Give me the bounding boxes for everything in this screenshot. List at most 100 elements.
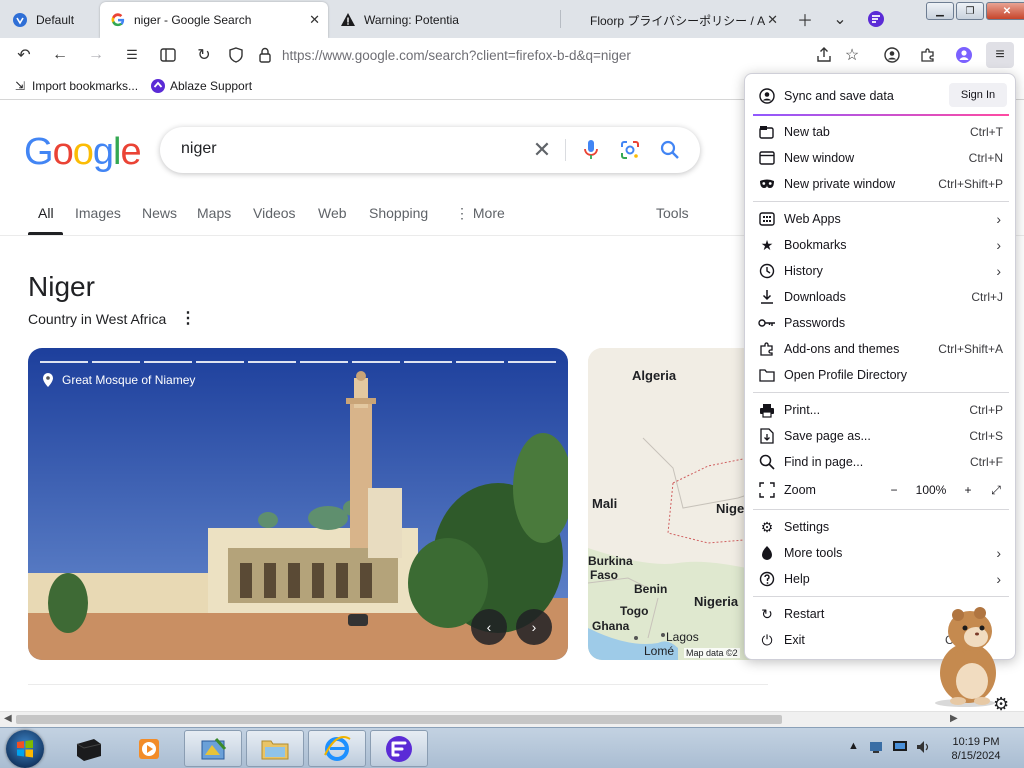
network-icon[interactable] — [868, 740, 884, 757]
close-icon[interactable]: ✕ — [309, 12, 320, 28]
taskbar-floorp[interactable] — [370, 730, 428, 767]
window-close-button[interactable]: ✕ — [986, 2, 1024, 20]
menu-new-tab[interactable]: New tab Ctrl+T — [753, 119, 1009, 145]
url-text[interactable]: https://www.google.com/search?client=fir… — [282, 48, 631, 63]
search-input[interactable]: niger — [181, 140, 217, 158]
account-icon[interactable] — [878, 42, 906, 68]
menu-save-page[interactable]: Save page as... Ctrl+S — [753, 423, 1009, 449]
tab-default[interactable]: Default — [2, 2, 98, 38]
menu-help[interactable]: Help › — [753, 566, 1009, 592]
taskbar-paint[interactable] — [184, 730, 242, 767]
ablaze-icon — [150, 78, 166, 94]
reload-icon[interactable]: ↻ — [190, 42, 218, 68]
tab-images[interactable]: Images — [75, 205, 121, 221]
fullscreen-icon[interactable]: ⤢ — [987, 483, 1005, 498]
clear-icon[interactable]: ✕ — [530, 137, 554, 162]
menu-addons-themes[interactable]: Add-ons and themes Ctrl+Shift+A — [753, 336, 1009, 362]
menu-downloads[interactable]: Downloads Ctrl+J — [753, 284, 1009, 310]
scrollbar-thumb[interactable] — [16, 715, 782, 724]
app-menu-panel: Sync and save data Sign In New tab Ctrl+… — [744, 73, 1016, 660]
menu-new-private-window[interactable]: New private window Ctrl+Shift+P — [753, 171, 1009, 197]
carousel-progress — [456, 361, 504, 363]
bookmark-import[interactable]: ⇲ Import bookmarks... — [12, 78, 138, 94]
carousel-prev-button[interactable]: ‹ — [471, 609, 507, 645]
tab-floorp-privacy[interactable]: Floorp プライバシーポリシー / A ✕ — [562, 2, 786, 38]
hamburger-menu-icon[interactable]: ≡ — [986, 42, 1014, 68]
share-icon[interactable] — [810, 42, 838, 68]
tab-strip: Default niger - Google Search ✕ Warning:… — [0, 0, 1024, 38]
lens-icon[interactable] — [618, 138, 642, 162]
tab-all[interactable]: All — [38, 205, 54, 221]
extensions-puzzle-icon[interactable] — [914, 42, 942, 68]
zoom-in-button[interactable]: + — [959, 483, 977, 497]
zoom-reset-button[interactable]: 100% — [913, 483, 949, 497]
google-logo[interactable]: Google — [24, 131, 142, 174]
country-map[interactable]: Algeria Mali Nige Burkina Faso Benin Tog… — [588, 348, 768, 660]
system-clock[interactable]: 10:19 PM 8/15/2024 — [940, 735, 1012, 763]
menu-open-profile-directory[interactable]: Open Profile Directory — [753, 362, 1009, 388]
url-bar[interactable]: https://www.google.com/search?client=fir… — [228, 42, 808, 68]
restore-button[interactable]: ❐ — [956, 2, 984, 20]
photo-carousel[interactable]: Great Mosque of Niamey ‹ › — [28, 348, 568, 660]
tab-more[interactable]: ⋮ More — [455, 205, 505, 222]
shield-icon[interactable] — [228, 47, 244, 63]
back-icon[interactable]: ← — [46, 42, 74, 68]
menu-settings[interactable]: ⚙ Settings — [753, 514, 1009, 540]
sidebar-icon[interactable] — [154, 42, 182, 68]
taskbar-explorer[interactable] — [246, 730, 304, 767]
zoom-out-button[interactable]: − — [885, 483, 903, 497]
forward-icon[interactable]: → — [82, 42, 110, 68]
tab-news[interactable]: News — [142, 205, 177, 221]
floorp-icon[interactable] — [864, 8, 888, 30]
more-options-icon[interactable]: ⋮ — [180, 308, 196, 328]
scroll-right-icon[interactable]: ▶ — [950, 713, 958, 724]
tab-google-search[interactable]: niger - Google Search ✕ — [100, 2, 328, 38]
web-apps-icon — [758, 210, 776, 228]
minimize-button[interactable]: ▁ — [926, 2, 954, 20]
bookmark-star-icon[interactable]: ☆ — [838, 42, 866, 68]
list-all-tabs-icon[interactable]: ⌄ — [828, 8, 852, 30]
sign-in-button[interactable]: Sign In — [949, 83, 1007, 107]
close-icon[interactable]: ✕ — [767, 12, 778, 28]
menu-bookmarks[interactable]: ★ Bookmarks › — [753, 232, 1009, 258]
tab-warning[interactable]: Warning: Potentia — [330, 2, 558, 38]
tab-shopping[interactable]: Shopping — [369, 205, 428, 221]
tab-web[interactable]: Web — [318, 205, 347, 221]
start-button[interactable] — [6, 730, 44, 768]
menu-web-apps[interactable]: Web Apps › — [753, 206, 1009, 232]
microphone-icon[interactable] — [579, 138, 603, 162]
menu-print[interactable]: Print... Ctrl+P — [753, 397, 1009, 423]
media-player-icon — [139, 738, 159, 759]
tree-tabs-icon[interactable]: ☰ — [118, 42, 146, 68]
horizontal-scrollbar[interactable]: ◀ ▶ — [0, 711, 1024, 727]
map-label: Nige — [716, 501, 745, 516]
windows-logo-icon — [17, 740, 33, 758]
hamster-mascot[interactable] — [920, 603, 1010, 708]
bookmark-ablaze-support[interactable]: Ablaze Support — [150, 78, 252, 94]
menu-history[interactable]: History › — [753, 258, 1009, 284]
taskbar-terminal[interactable] — [60, 730, 118, 767]
menu-more-tools[interactable]: More tools › — [753, 540, 1009, 566]
show-hidden-icons[interactable]: ▲ — [848, 740, 859, 752]
scroll-left-icon[interactable]: ◀ — [4, 713, 12, 724]
floorp-icon — [386, 735, 412, 762]
photo-caption[interactable]: Great Mosque of Niamey — [42, 373, 195, 387]
tools-button[interactable]: Tools — [656, 205, 689, 221]
search-box[interactable]: niger ✕ — [160, 127, 700, 173]
menu-find-in-page[interactable]: Find in page... Ctrl+F — [753, 449, 1009, 475]
menu-passwords[interactable]: Passwords — [753, 310, 1009, 336]
display-icon[interactable] — [892, 740, 908, 757]
menu-shortcut: Ctrl+P — [969, 403, 1003, 417]
profile-avatar-icon[interactable] — [950, 42, 978, 68]
menu-new-window[interactable]: New window Ctrl+N — [753, 145, 1009, 171]
taskbar-internet-explorer[interactable] — [308, 730, 366, 767]
search-icon[interactable] — [658, 138, 682, 162]
taskbar-media-player[interactable] — [120, 730, 178, 767]
new-tab-icon[interactable]: ＋ — [793, 8, 817, 30]
carousel-next-button[interactable]: › — [516, 609, 552, 645]
tab-videos[interactable]: Videos — [253, 205, 296, 221]
volume-icon[interactable] — [916, 740, 932, 757]
tab-maps[interactable]: Maps — [197, 205, 231, 221]
undo-close-icon[interactable]: ↶ — [10, 42, 38, 68]
lock-icon[interactable] — [258, 47, 272, 63]
